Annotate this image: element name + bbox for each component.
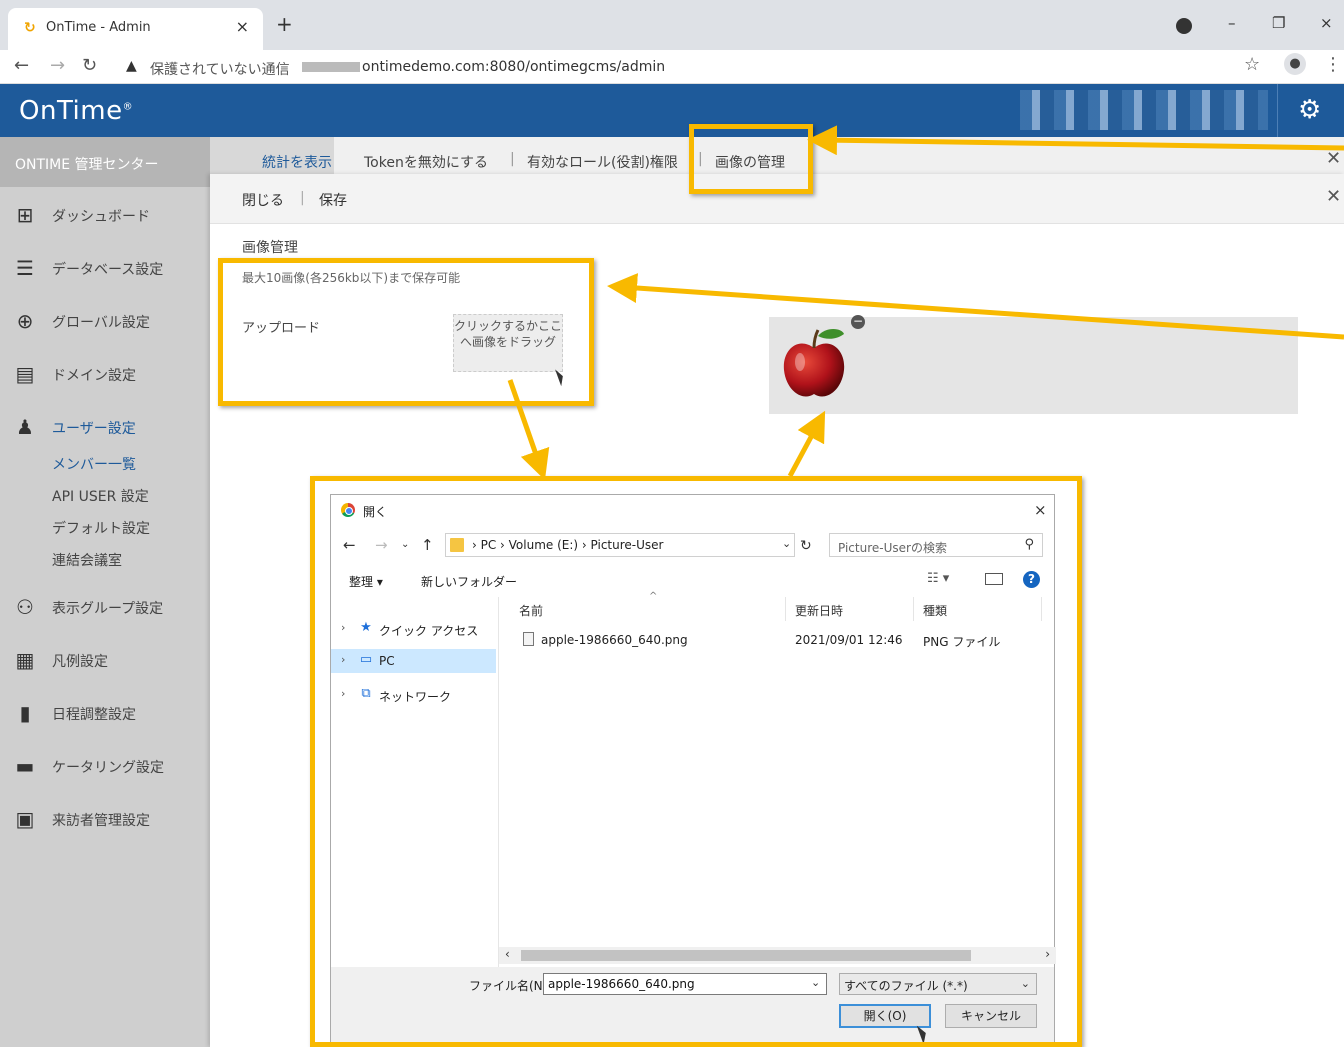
ontime-favicon-icon: ↻ (24, 20, 36, 36)
action-separator: | (300, 190, 305, 206)
sidebar-sub-linked-rooms[interactable]: 連結会議室 (52, 550, 122, 570)
browser-menu-icon[interactable]: ⋮ (1324, 54, 1342, 75)
sidebar-sub-default[interactable]: デフォルト設定 (52, 518, 150, 538)
sidebar-item-display-group[interactable]: ⚇ 表示グループ設定 (12, 594, 202, 620)
user-info-redacted (1020, 90, 1268, 130)
header-divider (1277, 84, 1278, 137)
tab-title: OnTime - Admin (46, 20, 151, 35)
sidebar-sub-members[interactable]: メンバー一覧 (52, 454, 136, 474)
gear-icon[interactable]: ⚙ (1298, 96, 1321, 124)
sidebar-sub-api-user[interactable]: API USER 設定 (52, 486, 149, 506)
window-restore-button[interactable]: ❐ (1272, 14, 1285, 32)
back-icon[interactable]: ← (14, 56, 29, 76)
reload-icon[interactable]: ↻ (82, 56, 97, 76)
catering-icon: ▬ (15, 754, 35, 778)
sidebar-item-domain[interactable]: ▤ ドメイン設定 (12, 361, 202, 387)
tab-stats[interactable]: 統計を表示 (262, 152, 332, 172)
sidebar-item-visitor[interactable]: ▣ 来訪者管理設定 (12, 806, 202, 832)
save-button[interactable]: 保存 (319, 190, 347, 210)
database-icon: ☰ (16, 256, 34, 280)
avatar[interactable]: ● (1284, 53, 1306, 75)
bar-chart-icon: ▮ (19, 701, 31, 725)
new-tab-button[interactable]: + (276, 14, 293, 34)
tab-role-permissions[interactable]: 有効なロール(役割)権限 (527, 152, 678, 172)
sidebar-header: ONTIME 管理センター (0, 137, 210, 187)
highlight-box-dialog (310, 476, 1082, 1047)
app-header: OnTime® ⚙ (0, 84, 1344, 137)
group-icon: ⚇ (16, 595, 34, 619)
image-preview-area (769, 317, 1298, 414)
ontime-logo: OnTime® (19, 96, 134, 126)
dashboard-icon: ⊞ (16, 203, 34, 227)
sidebar-item-global[interactable]: ⊕ グローバル設定 (12, 308, 202, 334)
browser-tabstrip: ↻ OnTime - Admin × + – ❐ × (0, 0, 1344, 50)
sidebar-item-scheduling[interactable]: ▮ 日程調整設定 (12, 700, 202, 726)
browser-tab[interactable]: ↻ OnTime - Admin × (8, 8, 263, 50)
apple-image (783, 329, 845, 397)
tab-disable-token[interactable]: Tokenを無効にする (364, 152, 488, 172)
browser-toolbar: ← → ↻ ▲ 保護されていない通信 ontimedemo.com:8080/o… (0, 50, 1344, 84)
close-button[interactable]: 閉じる (242, 190, 284, 210)
section-title: 画像管理 (242, 240, 298, 256)
tab-close-icon[interactable]: × (236, 17, 249, 36)
sidebar-item-legend[interactable]: ▦ 凡例設定 (12, 647, 202, 673)
tab-separator: | (510, 151, 515, 167)
forward-icon[interactable]: → (50, 56, 65, 76)
grid-icon: ▦ (15, 648, 35, 672)
close-icon[interactable]: ✕ (1326, 148, 1341, 169)
sidebar-item-database[interactable]: ☰ データベース設定 (12, 255, 202, 281)
sidebar-item-user[interactable]: ♟ ユーザー設定 (12, 414, 202, 440)
sidebar-item-dashboard[interactable]: ⊞ ダッシュボード (12, 202, 202, 228)
panel-close-icon[interactable]: ✕ (1326, 186, 1341, 207)
profile-menu-icon[interactable] (1176, 18, 1192, 34)
security-label: 保護されていない通信 (150, 62, 290, 78)
url-text: ontimedemo.com:8080/ontimegcms/admin (362, 59, 666, 75)
server-icon: ▤ (15, 362, 35, 386)
user-icon: ♟ (16, 415, 34, 439)
sidebar-item-catering[interactable]: ▬ ケータリング設定 (12, 753, 202, 779)
url-redacted (302, 62, 360, 72)
window-minimize-button[interactable]: – (1228, 14, 1236, 32)
remove-image-icon[interactable]: − (851, 315, 865, 329)
warning-icon: ▲ (126, 58, 137, 74)
highlight-box-upload (218, 258, 594, 406)
bookmark-star-icon[interactable]: ☆ (1244, 54, 1260, 75)
visitor-icon: ▣ (15, 807, 35, 831)
address-bar[interactable]: ▲ 保護されていない通信 ontimedemo.com:8080/ontimeg… (116, 53, 1276, 81)
globe-icon: ⊕ (16, 309, 34, 333)
highlight-box-tab (689, 124, 813, 194)
window-close-button[interactable]: × (1320, 14, 1333, 32)
